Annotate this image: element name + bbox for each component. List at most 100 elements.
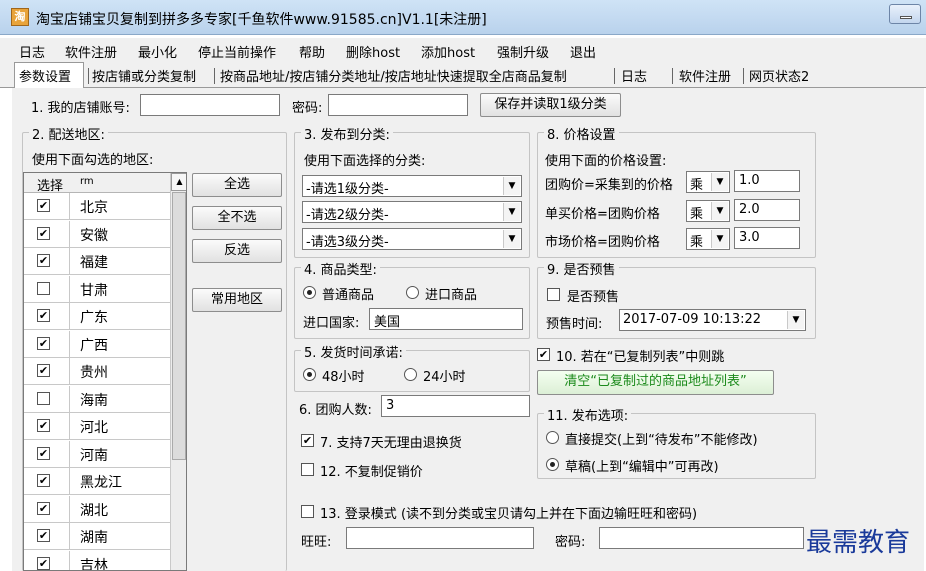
region-checkbox[interactable]: ✔ (37, 309, 50, 322)
save-read-category-button[interactable]: 保存并读取1级分类 (480, 93, 621, 117)
presale-checkbox[interactable] (547, 288, 560, 301)
region-checkbox[interactable]: ✔ (37, 226, 50, 240)
publish-direct-label: 直接提交(上到“待发布”不能修改) (565, 433, 758, 448)
minimize-button[interactable] (889, 4, 921, 24)
region-row[interactable]: ✔ 吉林 (24, 550, 170, 570)
region-row[interactable]: ✔ 湖北 (24, 495, 170, 523)
skip-copied-checkbox[interactable]: ✔ (537, 348, 550, 361)
region-checkbox[interactable]: ✔ (37, 199, 50, 212)
category-level1-select[interactable]: -请选1级分类- ▼ (302, 175, 522, 197)
publish-draft-radio[interactable] (546, 458, 559, 471)
common-region-button[interactable]: 常用地区 (192, 288, 282, 312)
region-name: 广东 (80, 310, 108, 326)
price-group-buy-op[interactable]: 乘 ▼ (686, 171, 730, 193)
tab-by-url[interactable]: 按商品地址/按店铺分类地址/按店地址快速提取全店商品复制 (220, 66, 567, 85)
menu-add-host[interactable]: 添加host (421, 42, 475, 61)
tab-log[interactable]: 日志 (621, 66, 647, 85)
menu-register[interactable]: 软件注册 (65, 42, 117, 61)
region-name: 福建 (80, 255, 108, 271)
category-level3-select[interactable]: -请选3级分类- ▼ (302, 228, 522, 250)
region-select-cell: ✔ (24, 330, 70, 358)
menu-minimize[interactable]: 最小化 (138, 42, 177, 61)
shop-account-input[interactable] (140, 94, 280, 116)
region-select-cell: ✔ (24, 193, 70, 220)
region-name: 河北 (80, 420, 108, 436)
region-row[interactable]: ✔ 黑龙江 (24, 468, 170, 495)
scroll-thumb[interactable] (172, 192, 186, 460)
region-checkbox[interactable] (37, 391, 50, 405)
region-checkbox[interactable]: ✔ (37, 501, 50, 515)
window-title: 淘宝店铺宝贝复制到拼多多专家[千鱼软件www.91585.cn]V1.1[未注册… (36, 12, 487, 28)
region-row[interactable]: ✔ 福建 (24, 248, 170, 275)
region-checkbox[interactable] (37, 281, 50, 295)
login-mode-checkbox[interactable] (301, 505, 314, 518)
region-row[interactable]: ✔ 贵州 (24, 358, 170, 385)
menu-delete-host[interactable]: 删除host (346, 42, 400, 61)
menu-log[interactable]: 日志 (19, 42, 45, 61)
login-password-input[interactable] (599, 527, 804, 549)
price-single-label: 单买价格=团购价格 (545, 207, 660, 222)
region-checkbox[interactable]: ✔ (37, 556, 50, 570)
region-checkbox[interactable]: ✔ (37, 446, 50, 460)
menu-force-upgrade[interactable]: 强制升级 (497, 42, 549, 61)
wangwang-input[interactable] (346, 527, 534, 549)
region-row[interactable]: 甘肃 (24, 275, 170, 303)
region-row[interactable]: ✔ 广东 (24, 303, 170, 330)
tab-by-shop[interactable]: 按店铺或分类复制 (92, 66, 196, 85)
publish-direct-radio[interactable] (546, 431, 559, 444)
region-checkbox[interactable]: ✔ (37, 364, 50, 377)
region-name: 贵州 (80, 365, 108, 381)
select-all-button[interactable]: 全选 (192, 173, 282, 197)
tab-params[interactable]: 参数设置 (19, 66, 71, 85)
import-country-input[interactable]: 美国 (369, 308, 523, 330)
category-level2-select[interactable]: -请选2级分类- ▼ (302, 201, 522, 223)
price-market-op[interactable]: 乘 ▼ (686, 228, 730, 250)
no-promo-checkbox[interactable] (301, 463, 314, 476)
menu-exit[interactable]: 退出 (570, 42, 596, 61)
region-hint: 使用下面勾选的地区: (32, 153, 154, 168)
price-single-op[interactable]: 乘 ▼ (686, 200, 730, 222)
price-market-input[interactable]: 3.0 (734, 227, 800, 249)
tab-web-status[interactable]: 网页状态2 (749, 66, 809, 85)
group-count-input[interactable]: 3 (381, 395, 530, 417)
price-group-buy-op-value: 乘 (690, 178, 704, 193)
region-checkbox[interactable]: ✔ (37, 474, 50, 487)
region-row[interactable]: ✔ 广西 (24, 330, 170, 358)
menu-stop[interactable]: 停止当前操作 (198, 42, 276, 61)
tab-divider (214, 68, 215, 84)
return-policy-checkbox[interactable]: ✔ (301, 434, 314, 447)
menu-help[interactable]: 帮助 (299, 42, 325, 61)
price-group-buy-input[interactable]: 1.0 (734, 170, 800, 192)
presale-time-picker[interactable]: 2017-07-09 10:13:22 ▼ (619, 309, 806, 331)
region-row[interactable]: ✔ 北京 (24, 193, 170, 220)
price-single-input[interactable]: 2.0 (734, 199, 800, 221)
region-select-cell (24, 385, 70, 413)
invert-select-button[interactable]: 反选 (192, 239, 282, 263)
clear-copied-list-button[interactable]: 清空“已复制过的商品地址列表” (537, 370, 774, 395)
region-row[interactable]: ✔ 湖南 (24, 523, 170, 550)
chevron-down-icon: ▼ (711, 202, 728, 220)
region-checkbox[interactable]: ✔ (37, 254, 50, 267)
region-row[interactable]: ✔ 河南 (24, 440, 170, 468)
region-row[interactable]: 海南 (24, 385, 170, 413)
region-legend: 2. 配送地区: (29, 124, 108, 143)
ship-48h-radio[interactable] (303, 368, 316, 381)
shop-password-input[interactable] (328, 94, 468, 116)
price-hint: 使用下面的价格设置: (545, 154, 667, 169)
region-checkbox[interactable]: ✔ (37, 419, 50, 432)
normal-product-radio[interactable] (303, 286, 316, 299)
ship-24h-radio[interactable] (404, 368, 417, 381)
region-row[interactable]: ✔ 河北 (24, 413, 170, 440)
select-none-button[interactable]: 全不选 (192, 206, 282, 230)
region-checkbox[interactable]: ✔ (37, 529, 50, 542)
region-row[interactable]: ✔ 安徽 (24, 220, 170, 248)
import-product-radio[interactable] (406, 286, 419, 299)
chevron-down-icon: ▼ (787, 311, 804, 329)
price-market-label: 市场价格=团购价格 (545, 235, 660, 250)
scroll-up-icon[interactable]: ▲ (171, 173, 186, 191)
import-country-label: 进口国家: (303, 316, 360, 331)
region-checkbox[interactable]: ✔ (37, 336, 50, 350)
presale-time-value: 2017-07-09 10:13:22 (623, 312, 762, 327)
region-scrollbar[interactable]: ▲ (170, 173, 186, 570)
tab-register[interactable]: 软件注册 (679, 66, 731, 85)
